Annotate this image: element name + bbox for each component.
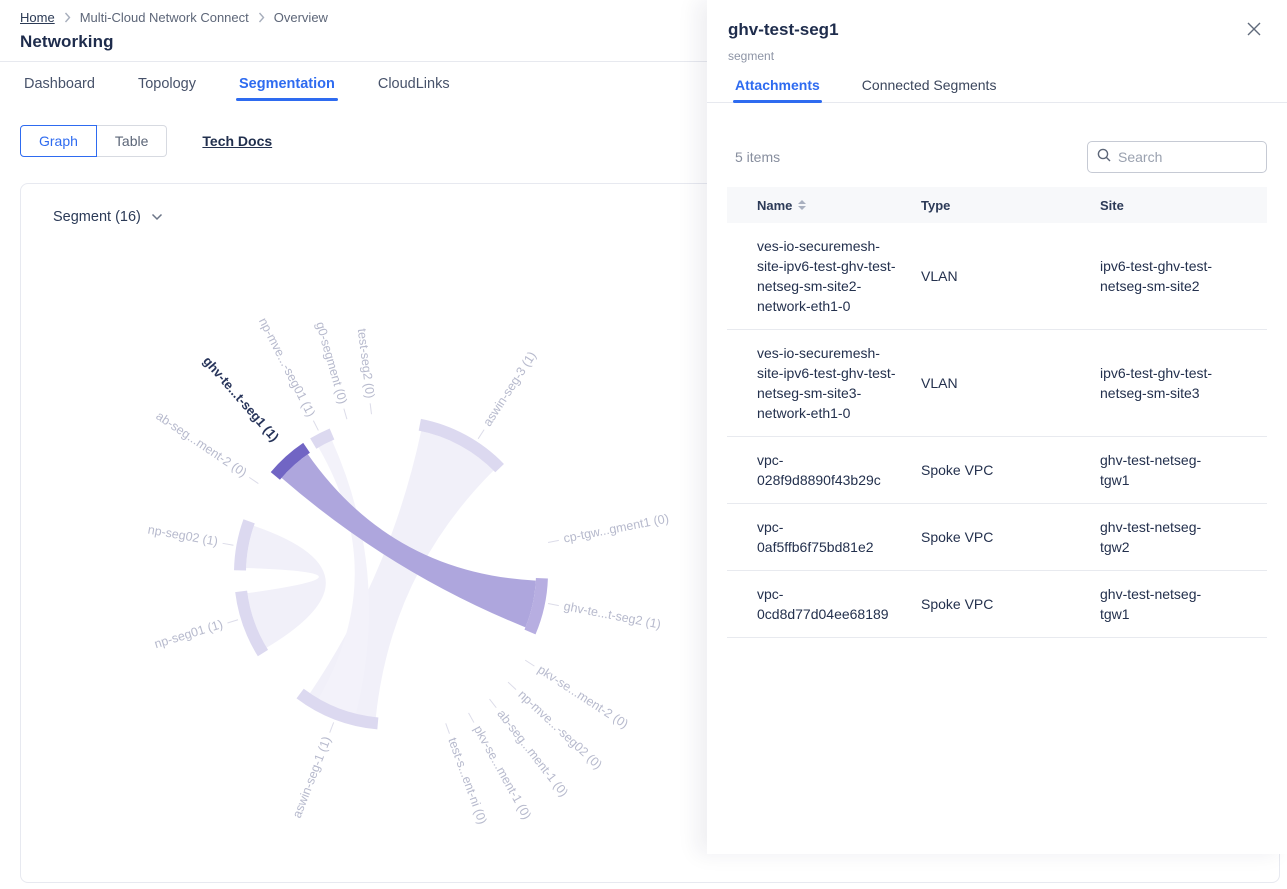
cell-name: ves-io-securemesh-site-ipv6-test-ghv-tes…: [757, 343, 899, 423]
sort-icon[interactable]: [798, 200, 806, 210]
cell-site: ipv6-test-ghv-test-netseg-sm-site3: [1100, 363, 1228, 403]
label-leader-line: [548, 604, 559, 606]
search-icon: [1097, 148, 1111, 167]
list-meta-row: 5 items: [727, 141, 1267, 173]
panel-tabs: Attachments Connected Segments: [707, 63, 1287, 103]
cell-name: ves-io-securemesh-site-ipv6-test-ghv-tes…: [757, 236, 899, 316]
cell-type: Spoke VPC: [921, 460, 1100, 480]
cell-type: Spoke VPC: [921, 527, 1100, 547]
label-leader-line: [446, 723, 450, 733]
search-field[interactable]: [1118, 149, 1257, 165]
cell-site: ghv-test-netseg-tgw2: [1100, 517, 1228, 557]
chevron-right-icon: [258, 12, 265, 23]
label-leader-line: [249, 477, 258, 483]
segment-label[interactable]: np-seg01 (1): [153, 617, 225, 651]
tab-connected-segments[interactable]: Connected Segments: [860, 77, 999, 102]
view-toggle: Graph Table: [20, 125, 167, 157]
cell-type: Spoke VPC: [921, 594, 1100, 614]
name-column-label: Name: [757, 198, 792, 213]
segment-label[interactable]: aswin-seg-1 (1): [290, 735, 334, 820]
breadcrumb-home-link[interactable]: Home: [20, 10, 55, 25]
tab-topology[interactable]: Topology: [138, 76, 196, 101]
chord-ribbon: [246, 526, 326, 648]
label-leader-line: [330, 722, 334, 732]
cell-type: VLAN: [921, 266, 1100, 286]
segment-label[interactable]: test-seg2 (0): [355, 328, 377, 399]
label-leader-line: [478, 430, 484, 439]
label-leader-line: [490, 699, 497, 708]
table-row[interactable]: vpc-028f9d8890f43b29c Spoke VPCghv-test-n…: [727, 437, 1267, 504]
tab-segmentation[interactable]: Segmentation: [239, 76, 335, 101]
segment-label[interactable]: ghv-te...t-seg1 (1): [200, 353, 282, 444]
label-leader-line: [370, 403, 371, 414]
tech-docs-link[interactable]: Tech Docs: [202, 133, 272, 149]
segment-label[interactable]: ab-seg...ment-2 (0): [153, 409, 249, 480]
panel-body: 5 items Name Type Site ves-io-securemesh…: [707, 141, 1287, 638]
segment-detail-panel: ghv-test-seg1 segment Attachments Connec…: [707, 0, 1287, 854]
chevron-down-icon: [151, 209, 163, 225]
table-view-button[interactable]: Table: [97, 125, 167, 157]
search-input[interactable]: [1087, 141, 1267, 173]
items-count: 5 items: [727, 149, 780, 165]
column-header-type: Type: [921, 198, 1100, 213]
table-row[interactable]: vpc-0af5ffb6f75bd81e2 Spoke VPCghv-test-n…: [727, 504, 1267, 571]
panel-subtitle: segment: [728, 49, 1265, 63]
segment-label[interactable]: aswin-seg-3 (1): [480, 349, 539, 429]
panel-title: ghv-test-seg1: [728, 20, 1265, 40]
chord-diagram[interactable]: cp-tgw...gment1 (0) aswin-seg-3 (1) test-s…: [21, 236, 708, 889]
column-header-site: Site: [1100, 198, 1267, 213]
label-leader-line: [525, 660, 534, 666]
close-icon[interactable]: [1247, 22, 1263, 38]
cell-name: vpc-0cd8d77d04ee68189: [757, 584, 899, 624]
panel-header: ghv-test-seg1 segment: [707, 0, 1287, 63]
tab-cloudlinks[interactable]: CloudLinks: [378, 76, 450, 101]
label-leader-line: [548, 540, 559, 542]
segment-label[interactable]: np-seg02 (1): [147, 523, 219, 549]
graph-view-button[interactable]: Graph: [20, 125, 97, 157]
segment-label[interactable]: g0-segment (0): [313, 320, 350, 405]
label-leader-line: [223, 543, 234, 545]
attachments-table: Name Type Site ves-io-securemesh-site-ip…: [727, 187, 1267, 638]
cell-site: ghv-test-netseg-tgw1: [1100, 584, 1228, 624]
segment-dropdown-label: Segment (16): [53, 209, 141, 225]
cell-site: ghv-test-netseg-tgw1: [1100, 450, 1228, 490]
table-row[interactable]: ves-io-securemesh-site-ipv6-test-ghv-tes…: [727, 330, 1267, 437]
tab-dashboard[interactable]: Dashboard: [24, 76, 95, 101]
tab-attachments[interactable]: Attachments: [733, 77, 822, 102]
chevron-right-icon: [64, 12, 71, 23]
label-leader-line: [469, 713, 474, 723]
table-row[interactable]: vpc-0cd8d77d04ee68189 Spoke VPCghv-test-n…: [727, 571, 1267, 638]
label-leader-line: [227, 620, 238, 623]
cell-name: vpc-028f9d8890f43b29c: [757, 450, 899, 490]
breadcrumb-current: Overview: [274, 10, 328, 25]
cell-name: vpc-0af5ffb6f75bd81e2: [757, 517, 899, 557]
segment-label[interactable]: np-mve...-seg01 (1): [256, 315, 318, 419]
attachments-table-body: ves-io-securemesh-site-ipv6-test-ghv-tes…: [727, 223, 1267, 638]
table-header: Name Type Site: [727, 187, 1267, 223]
label-leader-line: [508, 682, 516, 690]
label-leader-line: [344, 409, 347, 420]
cell-site: ipv6-test-ghv-test-netseg-sm-site2: [1100, 256, 1228, 296]
segment-label[interactable]: cp-tgw...gment1 (0): [562, 511, 670, 545]
breadcrumb-item[interactable]: Multi-Cloud Network Connect: [80, 10, 249, 25]
label-leader-line: [313, 421, 318, 431]
table-row[interactable]: ves-io-securemesh-site-ipv6-test-ghv-tes…: [727, 223, 1267, 330]
column-header-name[interactable]: Name: [757, 198, 899, 213]
cell-type: VLAN: [921, 373, 1100, 393]
segment-label[interactable]: ghv-te...t-seg2 (1): [563, 599, 663, 632]
